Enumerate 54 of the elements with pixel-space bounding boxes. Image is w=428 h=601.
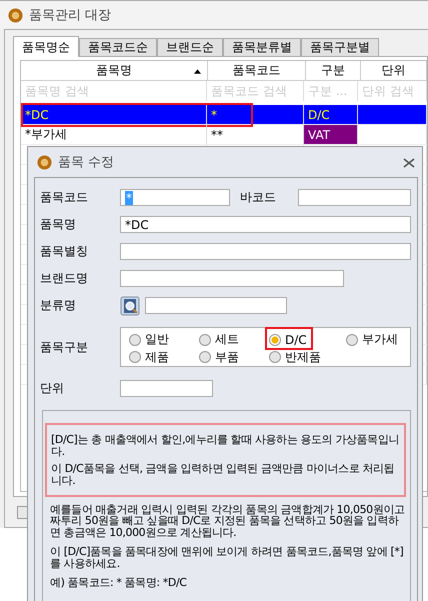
field-value: * (125, 190, 133, 204)
tab[interactable]: 품목분류별 (223, 38, 301, 56)
dialog-title: 품목 수정 (58, 154, 114, 171)
radio-button[interactable] (346, 334, 358, 346)
input-field[interactable] (120, 270, 344, 287)
radio-option[interactable]: 제품 (127, 348, 171, 366)
radio-button[interactable] (269, 351, 281, 363)
radio-option[interactable]: 부가세 (344, 331, 400, 348)
table-cell: VAT (304, 125, 358, 144)
note-paragraph: [D/C]는 총 매출액에서 할인,에누리를 할때 사용하는 용도의 가상품목입니다. (51, 434, 400, 458)
column-header[interactable]: 단위 (361, 61, 427, 80)
field-label: 품목명 (40, 216, 77, 233)
tab[interactable]: 브랜드순 (157, 38, 223, 56)
table-row[interactable]: *DC * D/C (21, 105, 427, 125)
radio-option[interactable]: 부품 (197, 348, 241, 366)
field-label: 품목코드 (40, 189, 89, 206)
app-icon (37, 154, 52, 170)
tab[interactable]: 품목명순 (13, 36, 79, 57)
window-title: 품목관리 대장 (29, 7, 112, 24)
input-field[interactable]: *DC (120, 216, 411, 233)
sort-ascending-icon (194, 69, 201, 74)
input-field[interactable] (145, 297, 287, 314)
app-icon (8, 8, 23, 22)
note-paragraph: 예를들어 매출거래 입력시 입력된 각각의 품목의 금액합계가 10,050원이고 짜투리 50원을 빼고 싶을때 D/C로 지정된 품목을 선택하고 50원을 입력하면 총금액은 10,000원으로 계산됩니다. (50, 504, 406, 540)
radio-button[interactable] (269, 334, 281, 346)
table-cell: *DC (21, 105, 207, 124)
close-icon[interactable] (403, 158, 415, 168)
field-label: 품목별칭 (40, 243, 89, 260)
column-header[interactable]: 품목코드 (208, 61, 306, 80)
radio-button[interactable] (129, 334, 141, 346)
table-cell: *부가세 (21, 125, 207, 144)
tab[interactable]: 품목코드순 (79, 38, 157, 56)
field-label: 품목구분 (40, 338, 89, 356)
input-field[interactable] (298, 189, 411, 206)
radio-button[interactable] (199, 351, 211, 363)
radio-button[interactable] (199, 334, 211, 346)
radio-option[interactable]: 세트 (197, 331, 241, 348)
input-field[interactable] (120, 243, 411, 260)
note-paragraph: 예) 품목코드: * 품목명: *D/C (50, 576, 188, 589)
search-icon[interactable] (120, 296, 140, 316)
tab[interactable]: 품목구분별 (301, 38, 379, 56)
radio-option[interactable]: D/C (267, 331, 309, 348)
radio-option[interactable]: 일반 (127, 331, 171, 348)
input-field[interactable] (120, 380, 213, 397)
radio-option[interactable]: 반제품 (267, 348, 323, 366)
note-paragraph: 이 [D/C]품목을 품목대장에 맨위에 보이게 하려면 품목코드,품목명 앞에 [*]를 사용하세요. (50, 546, 404, 570)
note-paragraph: 이 D/C품목을 선택, 금액을 입력하면 입력된 금액만큼 마이너스로 처리됩니다. (51, 462, 396, 486)
field-label: 분류명 (40, 297, 77, 314)
field-label: 바코드 (240, 189, 277, 206)
field-label: 브랜드명 (40, 270, 89, 287)
field-label: 단위 (40, 380, 65, 397)
column-header[interactable]: 구분 (306, 61, 361, 80)
column-header[interactable]: 품목명 (21, 61, 208, 80)
radio-button[interactable] (129, 351, 141, 363)
